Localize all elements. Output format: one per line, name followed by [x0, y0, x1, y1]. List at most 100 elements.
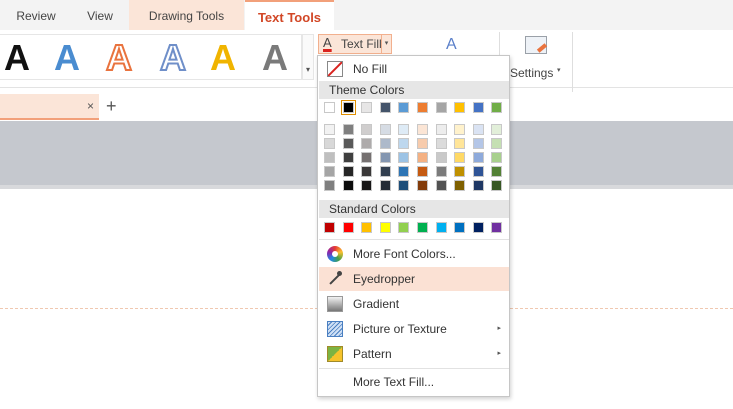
close-icon[interactable]: ×: [87, 99, 94, 113]
text-style-blue[interactable]: A: [54, 37, 80, 79]
tab-view[interactable]: View: [72, 0, 128, 30]
theme-color-swatch[interactable]: [398, 102, 410, 113]
theme-shade-swatch[interactable]: [491, 124, 503, 135]
theme-shade-swatch[interactable]: [454, 166, 466, 177]
theme-shade-swatch[interactable]: [454, 138, 466, 149]
chevron-down-icon[interactable]: ▾: [381, 35, 391, 53]
gradient-item[interactable]: Gradient: [319, 292, 509, 316]
theme-shade-swatch[interactable]: [324, 152, 335, 163]
theme-shade-swatch[interactable]: [472, 138, 484, 149]
theme-color-swatch[interactable]: [417, 102, 428, 113]
standard-color-swatch[interactable]: [324, 222, 335, 233]
theme-shade-swatch[interactable]: [379, 166, 391, 177]
theme-shade-swatch[interactable]: [472, 180, 484, 191]
pattern-icon: [327, 346, 343, 362]
text-style-gold[interactable]: A: [210, 37, 236, 79]
theme-shade-swatch[interactable]: [361, 180, 373, 191]
theme-shade-swatch[interactable]: [472, 124, 484, 135]
theme-shade-swatch[interactable]: [379, 124, 391, 135]
theme-shade-swatch[interactable]: [472, 152, 484, 163]
theme-color-swatch[interactable]: [340, 100, 356, 115]
theme-shade-swatch[interactable]: [454, 152, 466, 163]
text-style-orange-outline[interactable]: A: [105, 36, 133, 79]
theme-shade-swatch[interactable]: [342, 166, 354, 177]
picture-or-texture-item[interactable]: Picture or Texture ▸: [319, 317, 509, 341]
theme-shade-swatch[interactable]: [324, 180, 335, 191]
gallery-more-button[interactable]: ▾: [302, 34, 314, 80]
theme-shade-swatch[interactable]: [379, 180, 391, 191]
text-style-gray[interactable]: A: [262, 37, 288, 79]
standard-color-swatch[interactable]: [472, 222, 484, 233]
theme-shade-swatch[interactable]: [435, 124, 447, 135]
theme-shade-swatch[interactable]: [361, 166, 373, 177]
theme-shade-swatch[interactable]: [398, 180, 410, 191]
tab-text-tools[interactable]: Text Tools: [245, 0, 334, 30]
theme-color-swatch[interactable]: [472, 102, 484, 113]
theme-color-swatch[interactable]: [324, 102, 335, 113]
standard-color-swatch[interactable]: [454, 222, 466, 233]
theme-shade-swatch[interactable]: [435, 152, 447, 163]
theme-shade-swatch[interactable]: [398, 166, 410, 177]
theme-shade-swatch[interactable]: [379, 138, 391, 149]
theme-shade-swatch[interactable]: [417, 138, 428, 149]
theme-shade-swatch[interactable]: [361, 124, 373, 135]
text-style-black[interactable]: A: [4, 37, 30, 79]
theme-shade-swatch[interactable]: [342, 138, 354, 149]
theme-shade-swatch[interactable]: [491, 152, 503, 163]
theme-color-swatch[interactable]: [361, 102, 373, 113]
more-text-fill-item[interactable]: More Text Fill...: [319, 370, 509, 394]
theme-shade-swatch[interactable]: [398, 152, 410, 163]
document-tab[interactable]: ×: [0, 94, 99, 120]
pattern-item[interactable]: Pattern ▸: [319, 342, 509, 366]
theme-shade-swatch[interactable]: [417, 152, 428, 163]
text-fill-button[interactable]: A Text Fill ▾: [318, 34, 392, 54]
theme-shade-swatch[interactable]: [324, 138, 335, 149]
theme-shade-swatch[interactable]: [435, 138, 447, 149]
theme-shade-swatch[interactable]: [491, 138, 503, 149]
text-style-blue-outline[interactable]: A: [159, 36, 187, 79]
theme-shade-swatch[interactable]: [435, 166, 447, 177]
standard-color-swatch[interactable]: [342, 222, 354, 233]
theme-shade-swatch[interactable]: [342, 124, 354, 135]
theme-color-swatch[interactable]: [491, 102, 503, 113]
tab-review[interactable]: Review: [0, 0, 72, 30]
standard-color-swatch[interactable]: [398, 222, 410, 233]
theme-color-swatch[interactable]: [379, 102, 391, 113]
theme-shade-swatch[interactable]: [361, 138, 373, 149]
text-fill-icon: A: [323, 35, 332, 50]
theme-shade-swatch[interactable]: [417, 166, 428, 177]
standard-color-swatch[interactable]: [361, 222, 373, 233]
theme-shade-swatch[interactable]: [324, 166, 335, 177]
theme-shade-swatch[interactable]: [324, 124, 335, 135]
theme-shade-swatch[interactable]: [342, 152, 354, 163]
standard-color-swatch[interactable]: [491, 222, 503, 233]
settings-icon[interactable]: [525, 36, 548, 54]
theme-colors-label: Theme Colors: [329, 83, 405, 97]
eyedropper-item[interactable]: Eyedropper: [319, 267, 509, 291]
settings-button-label[interactable]: Settings: [510, 66, 553, 80]
theme-shade-swatch[interactable]: [417, 124, 428, 135]
chevron-down-icon[interactable]: ▾: [557, 66, 561, 74]
text-effects-icon[interactable]: A: [446, 36, 457, 54]
theme-shade-swatch[interactable]: [398, 138, 410, 149]
theme-shade-swatch[interactable]: [379, 152, 391, 163]
no-fill-item[interactable]: No Fill: [319, 57, 509, 81]
standard-color-swatch[interactable]: [379, 222, 391, 233]
theme-shade-swatch[interactable]: [472, 166, 484, 177]
theme-shade-swatch[interactable]: [491, 166, 503, 177]
theme-shade-swatch[interactable]: [342, 180, 354, 191]
theme-shade-swatch[interactable]: [361, 152, 373, 163]
theme-color-swatch[interactable]: [435, 102, 447, 113]
add-tab-button[interactable]: +: [106, 96, 117, 116]
theme-shade-swatch[interactable]: [454, 124, 466, 135]
standard-color-swatch[interactable]: [435, 222, 447, 233]
theme-shade-swatch[interactable]: [398, 124, 410, 135]
tab-drawing-tools[interactable]: Drawing Tools: [129, 0, 244, 30]
theme-shade-swatch[interactable]: [454, 180, 466, 191]
theme-shade-swatch[interactable]: [491, 180, 503, 191]
theme-shade-swatch[interactable]: [417, 180, 428, 191]
standard-color-swatch[interactable]: [417, 222, 428, 233]
more-font-colors-item[interactable]: More Font Colors...: [319, 242, 509, 266]
theme-color-swatch[interactable]: [454, 102, 466, 113]
theme-shade-swatch[interactable]: [435, 180, 447, 191]
